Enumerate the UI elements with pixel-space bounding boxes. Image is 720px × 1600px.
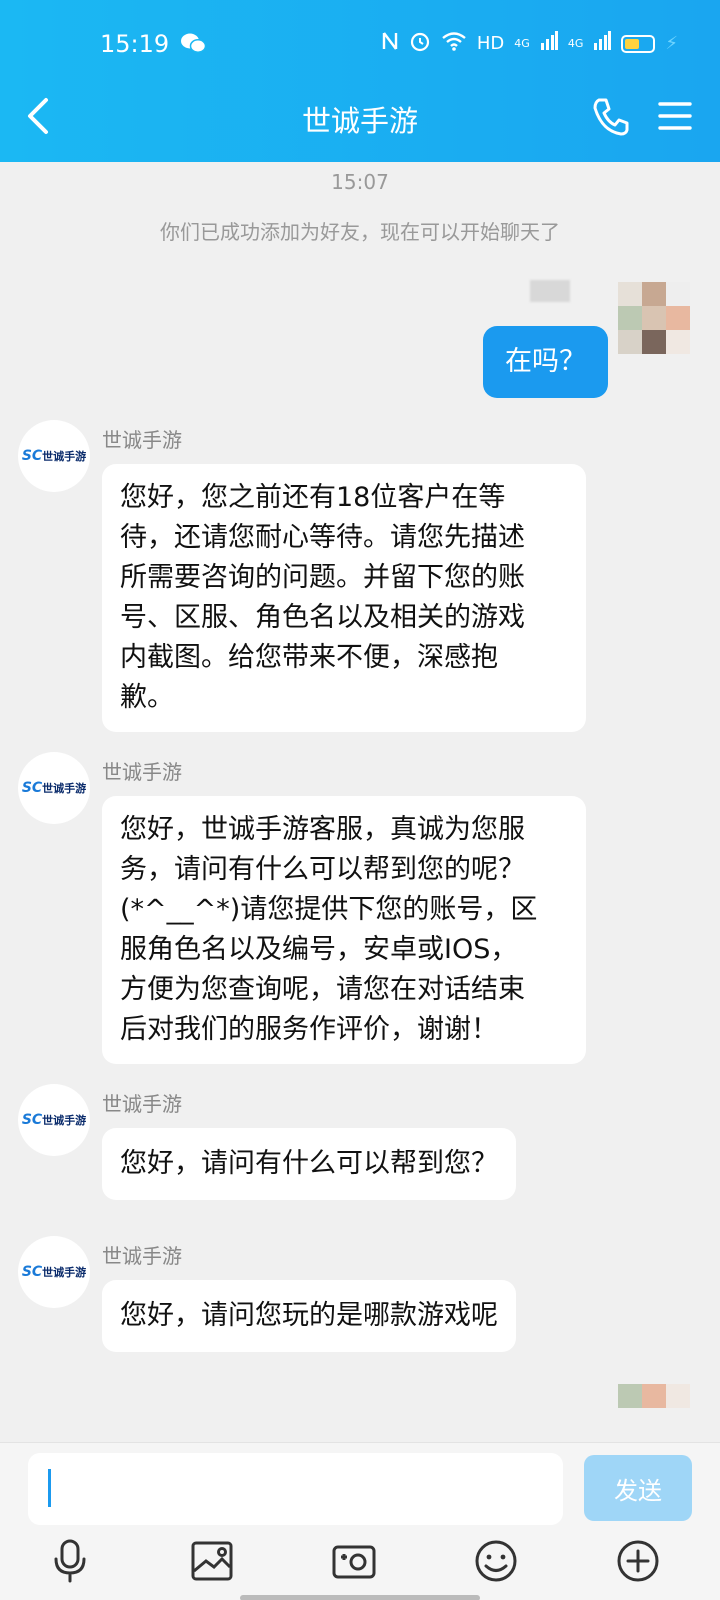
blurred-nickname	[530, 280, 570, 302]
message-input[interactable]	[28, 1453, 563, 1525]
wifi-icon	[441, 31, 467, 56]
nfc-icon	[381, 30, 399, 57]
message-bubble[interactable]: 您好，请问有什么可以帮到您？	[102, 1128, 516, 1200]
battery-icon	[621, 34, 656, 53]
phone-call-button[interactable]	[590, 94, 630, 138]
message-timestamp: 15:07	[331, 170, 389, 194]
my-avatar[interactable]	[618, 282, 690, 354]
contact-avatar[interactable]: SC 世诚手游	[18, 1236, 90, 1308]
signal-4g-label: 4G	[567, 37, 584, 50]
message-item: SC 世诚手游 世诚手游 您好，您之前还有18位客户在等 待，还请您耐心等待。请您…	[18, 420, 708, 732]
status-icons: HD 4G 4G ⚡	[381, 30, 678, 57]
chat-header: 世诚手游	[0, 80, 720, 162]
status-bar: 15:19 HD 4G 4G ⚡	[0, 0, 720, 80]
toolbar	[0, 1535, 720, 1591]
sender-name: 世诚手游	[102, 760, 182, 784]
contact-avatar[interactable]: SC 世诚手游	[18, 1084, 90, 1156]
hd-badge: HD	[476, 33, 505, 54]
plus-icon[interactable]	[612, 1535, 664, 1587]
message-item: SC 世诚手游 世诚手游 您好，请问您玩的是哪款游戏呢	[18, 1236, 708, 1366]
sender-name: 世诚手游	[102, 1244, 182, 1268]
wechat-icon	[180, 32, 207, 58]
signal-4g-label: 4G	[514, 37, 530, 50]
message-bubble[interactable]: 您好，请问您玩的是哪款游戏呢	[102, 1280, 516, 1352]
sender-name: 世诚手游	[102, 1092, 182, 1116]
alarm-icon	[409, 30, 431, 57]
system-message: 你们已成功添加为好友，现在可以开始聊天了	[160, 220, 560, 244]
contact-avatar[interactable]: SC 世诚手游	[18, 752, 90, 824]
message-bubble[interactable]: 您好，您之前还有18位客户在等 待，还请您耐心等待。请您先描述 所需要咨询的问题…	[102, 464, 586, 732]
home-indicator[interactable]	[240, 1595, 480, 1600]
text-caret	[48, 1469, 51, 1507]
my-message-bubble[interactable]: 在吗？	[483, 326, 608, 398]
image-icon[interactable]	[186, 1535, 238, 1587]
message-item: SC 世诚手游 世诚手游 您好，请问有什么可以帮到您？	[18, 1084, 708, 1214]
camera-icon[interactable]	[328, 1535, 380, 1587]
emoji-icon[interactable]	[470, 1535, 522, 1587]
chat-area[interactable]: 15:07 你们已成功添加为好友，现在可以开始聊天了 在吗？ SC 世诚手游 世诚…	[0, 162, 720, 1442]
sender-name: 世诚手游	[102, 428, 182, 452]
menu-icon[interactable]	[656, 96, 694, 136]
status-time: 15:19	[100, 30, 170, 58]
microphone-icon[interactable]	[44, 1535, 96, 1587]
top-bar: 15:19 HD 4G 4G ⚡ 世诚手游	[0, 0, 720, 162]
message-bubble[interactable]: 您好，世诚手游客服，真诚为您服 务，请问有什么可以帮到您的呢？ (*^__^*)…	[102, 796, 586, 1064]
message-item: SC 世诚手游 世诚手游 您好，世诚手游客服，真诚为您服 务，请问有什么可以帮到您…	[18, 752, 708, 1064]
contact-avatar[interactable]: SC 世诚手游	[18, 420, 90, 492]
send-button[interactable]: 发送	[584, 1455, 692, 1521]
signal-icon	[540, 31, 558, 56]
input-bar: 发送	[0, 1442, 720, 1600]
charging-icon: ⚡	[665, 33, 678, 54]
signal-icon	[593, 31, 612, 56]
